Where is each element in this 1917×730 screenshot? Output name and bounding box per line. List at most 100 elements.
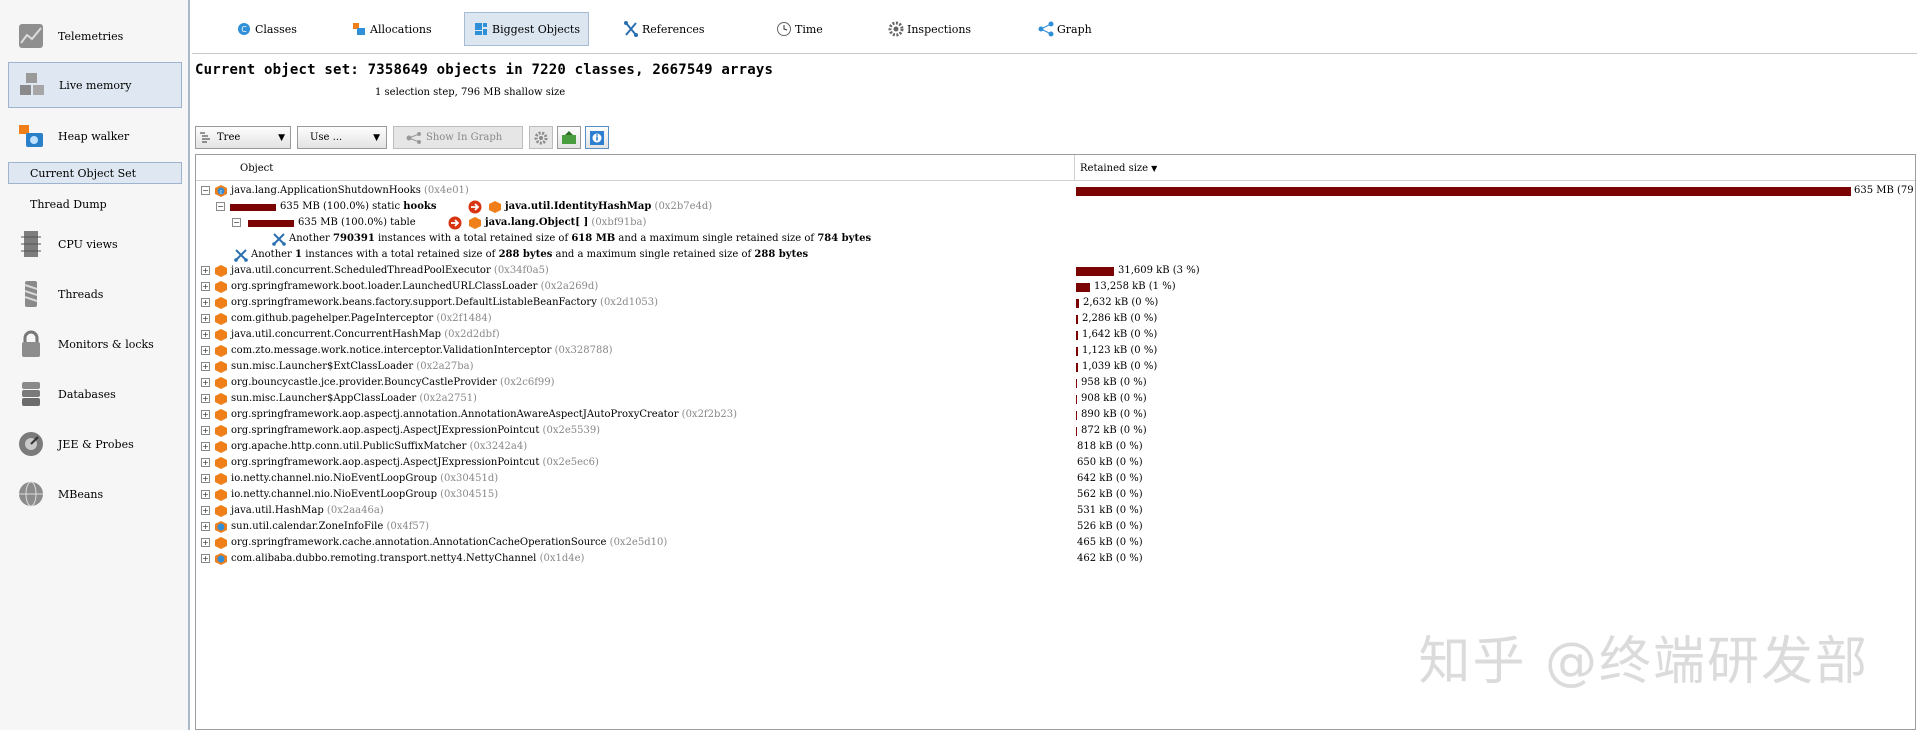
table-row[interactable]: + org.springframework.aop.aspectj.AspectJ… — [196, 455, 1915, 471]
table-row[interactable]: + java.util.HashMap (0x2aa46a) 531 kB (0 %… — [196, 503, 1915, 519]
column-header-object[interactable]: Object — [236, 155, 1116, 181]
expand-icon[interactable]: + — [201, 346, 210, 355]
sidebar-item-jee-probes[interactable]: JEE & Probes — [8, 422, 182, 466]
table-row[interactable]: + io.netty.channel.nio.NioEventLoopGroup … — [196, 487, 1915, 503]
expand-icon[interactable]: + — [201, 442, 210, 451]
expand-icon[interactable]: + — [201, 362, 210, 371]
table-row[interactable]: + java.util.concurrent.ScheduledThreadPoo… — [196, 263, 1915, 279]
export-button[interactable] — [557, 126, 581, 149]
sidebar-subitem-current-object-set[interactable]: Current Object Set — [8, 162, 182, 184]
settings-button[interactable] — [529, 126, 553, 149]
database-icon — [22, 382, 40, 406]
table-row[interactable]: + sun.misc.Launcher$AppClassLoader (0x2a2… — [196, 391, 1915, 407]
object-icon — [215, 377, 227, 389]
expand-icon[interactable]: + — [201, 426, 210, 435]
cpu-icon — [21, 231, 41, 257]
tab-graph[interactable]: Graph — [1030, 12, 1100, 46]
retained-size-value: 958 kB (0 %) — [1081, 377, 1147, 388]
expand-icon[interactable]: + — [201, 554, 210, 563]
expand-icon[interactable]: + — [201, 266, 210, 275]
sidebar-item-live-memory[interactable]: Live memory — [8, 62, 182, 108]
references-icon — [624, 21, 638, 37]
table-row[interactable]: + org.springframework.beans.factory.suppo… — [196, 295, 1915, 311]
gear-icon — [888, 21, 904, 37]
expand-icon[interactable]: + — [201, 490, 210, 499]
expand-icon[interactable]: + — [201, 330, 210, 339]
sidebar-item-databases[interactable]: Databases — [8, 372, 182, 416]
expand-icon[interactable]: + — [201, 378, 210, 387]
retained-size-bar — [1076, 347, 1078, 356]
sidebar-item-telemetries[interactable]: Telemetries — [8, 14, 182, 58]
use-select[interactable]: Use ... ▼ — [297, 126, 387, 149]
table-row[interactable]: − c java.lang.ApplicationShutdownHooks (… — [196, 183, 1917, 199]
expand-icon[interactable]: + — [201, 410, 210, 419]
retained-size-value: 642 kB (0 %) — [1077, 473, 1143, 484]
expand-icon[interactable]: + — [201, 394, 210, 403]
collapse-icon[interactable]: − — [232, 218, 241, 227]
tab-inspections[interactable]: Inspections — [880, 12, 979, 46]
table-row[interactable]: + java.util.concurrent.ConcurrentHashMap … — [196, 327, 1915, 343]
column-header-retained-size[interactable]: Retained size ▼ — [1076, 155, 1276, 181]
sidebar-item-mbeans[interactable]: MBeans — [8, 472, 182, 516]
sidebar-subitem-thread-dump[interactable]: Thread Dump — [8, 193, 182, 215]
retained-size-bar — [1076, 299, 1079, 308]
retained-size-value: 13,258 kB (1 %) — [1094, 281, 1176, 292]
object-name: sun.misc.Launcher$AppClassLoader (0x2a27… — [231, 393, 477, 404]
table-row[interactable]: − 635 MB (100.0%) static hooks java.util… — [196, 199, 1915, 215]
table-row[interactable]: + com.github.pagehelper.PageInterceptor (… — [196, 311, 1915, 327]
table-row[interactable]: + sun.misc.Launcher$ExtClassLoader (0x2a2… — [196, 359, 1915, 375]
expand-icon[interactable]: + — [201, 314, 210, 323]
expand-icon[interactable]: + — [201, 522, 210, 531]
expand-icon[interactable]: + — [201, 538, 210, 547]
table-row[interactable]: + org.springframework.aop.aspectj.annotat… — [196, 407, 1915, 423]
sidebar-item-monitors-locks[interactable]: Monitors & locks — [8, 322, 182, 366]
object-icon — [215, 313, 227, 325]
expand-icon[interactable]: + — [201, 298, 210, 307]
sidebar-item-label: Monitors & locks — [58, 337, 154, 351]
view-mode-select[interactable]: Tree ▼ — [195, 126, 291, 149]
table-row[interactable]: + org.springframework.boot.loader.Launche… — [196, 279, 1915, 295]
table-row[interactable]: + io.netty.channel.nio.NioEventLoopGroup … — [196, 471, 1915, 487]
tab-biggest-objects[interactable]: Biggest Objects — [464, 12, 589, 46]
table-row[interactable]: − 635 MB (100.0%) table java.lang.Object… — [196, 215, 1915, 231]
table-row[interactable]: + org.springframework.aop.aspectj.AspectJ… — [196, 423, 1915, 439]
retained-size-value: 872 kB (0 %) — [1081, 425, 1147, 436]
table-row[interactable]: + org.bouncycastle.jce.provider.BouncyCas… — [196, 375, 1915, 391]
retained-size-bar — [1076, 427, 1077, 436]
retained-size-value: 2,286 kB (0 %) — [1082, 313, 1158, 324]
svg-text:C: C — [241, 25, 247, 34]
reference-size-bar — [230, 204, 276, 211]
expand-icon[interactable]: + — [201, 282, 210, 291]
expand-icon[interactable]: + — [201, 506, 210, 515]
object-icon — [215, 489, 227, 501]
object-name: com.github.pagehelper.PageInterceptor (0… — [231, 313, 492, 324]
tab-references[interactable]: References — [615, 12, 713, 46]
expand-icon[interactable]: + — [201, 474, 210, 483]
sidebar-item-threads[interactable]: Threads — [8, 272, 182, 316]
tab-time[interactable]: Time — [768, 12, 831, 46]
table-row[interactable]: + sun.util.calendar.ZoneInfoFile (0x4f57)… — [196, 519, 1915, 535]
table-row[interactable]: + com.zto.message.work.notice.interceptor… — [196, 343, 1915, 359]
table-row[interactable]: + org.springframework.cache.annotation.An… — [196, 535, 1915, 551]
sidebar-item-cpu-views[interactable]: CPU views — [8, 222, 182, 266]
collapse-icon[interactable]: − — [216, 202, 225, 211]
object-icon — [215, 393, 227, 405]
tab-classes[interactable]: C Classes — [228, 12, 305, 46]
retained-size-bar — [1076, 315, 1078, 324]
tree-icon — [200, 132, 210, 142]
toolbar: Tree ▼ Use ... ▼ Show In Graph — [195, 126, 795, 150]
svg-text:c: c — [220, 190, 223, 196]
table-row[interactable]: + com.alibaba.dubbo.remoting.transport.ne… — [196, 551, 1915, 567]
classes-icon: C — [238, 23, 250, 35]
info-button[interactable] — [585, 126, 609, 149]
main-panel: C Classes Allocations Biggest Objects Re… — [192, 0, 1917, 730]
show-in-graph-button[interactable]: Show In Graph — [393, 126, 523, 149]
collapse-icon[interactable]: − — [201, 186, 210, 195]
object-icon — [215, 361, 227, 373]
object-name: com.zto.message.work.notice.interceptor.… — [231, 345, 613, 356]
object-name: java.lang.ApplicationShutdownHooks (0x4e… — [231, 185, 469, 196]
sidebar-item-heap-walker[interactable]: Heap walker — [8, 114, 182, 158]
expand-icon[interactable]: + — [201, 458, 210, 467]
tab-allocations[interactable]: Allocations — [343, 12, 440, 46]
table-row[interactable]: + org.apache.http.conn.util.PublicSuffixM… — [196, 439, 1915, 455]
